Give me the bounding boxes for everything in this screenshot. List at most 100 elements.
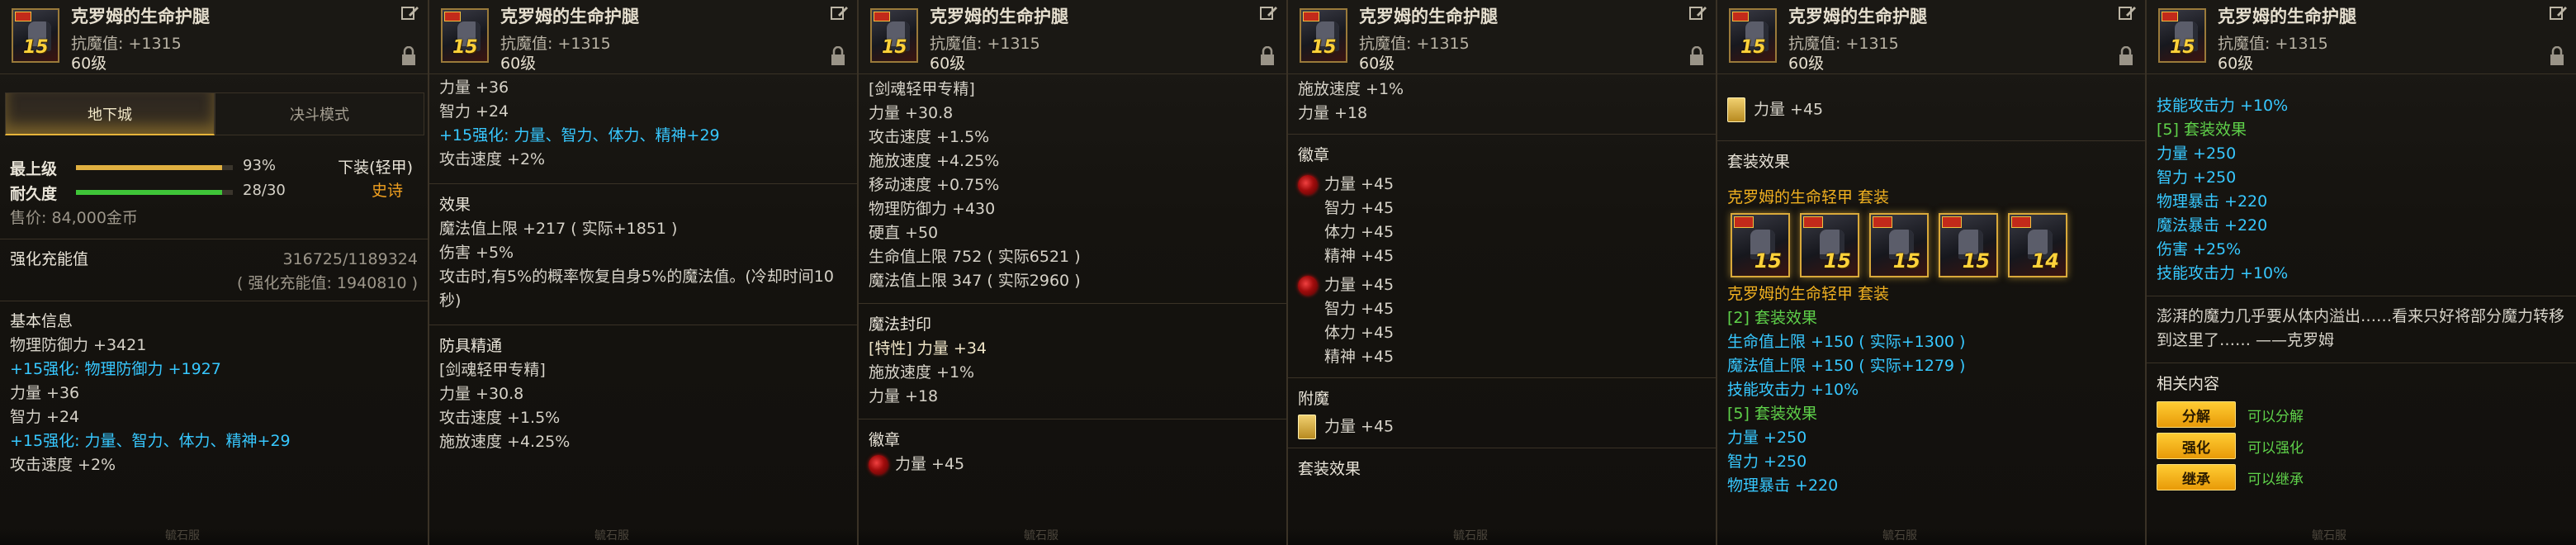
mastery-title: 防具精通 <box>439 337 503 355</box>
item-header: 15 克罗姆的生命护腿 抗魔值: +1315 60级 <box>2147 0 2576 74</box>
lock-icon[interactable] <box>2119 46 2133 66</box>
item-anti-magic: 抗魔值: +1315 <box>71 35 182 53</box>
emblem-line: 智力 +45 <box>1298 197 1706 220</box>
lock-icon[interactable] <box>1689 46 1704 66</box>
item-name: 克罗姆的生命护腿 <box>2218 7 2356 26</box>
related-enhance-button[interactable]: 强化 <box>2157 433 2236 459</box>
emblem-line: 力量 +45 <box>1298 273 1706 297</box>
watermark-stamp: 毓石服 <box>594 529 629 543</box>
stat-line: +15强化: 力量、智力、体力、精神+29 <box>10 432 291 450</box>
emblem-line: 精神 +45 <box>1298 244 1706 268</box>
emblem-group: 力量 +45 智力 +45 体力 +45 精神 +45 <box>1298 173 1706 268</box>
set-piece-icon[interactable]: 14 <box>2008 213 2067 277</box>
set-bonus-line: [5] 套装效果 <box>2157 121 2247 139</box>
set-bonus-line: 技能攻击力 +10% <box>2157 264 2289 282</box>
item-anti-magic: 抗魔值: +1315 <box>1788 35 1899 53</box>
related-status: 可以分解 <box>2247 408 2304 425</box>
tooltip-strip: 15 克罗姆的生命护腿 抗魔值: +1315 60级 地下城 决斗模式 最上级 … <box>0 0 2576 545</box>
set-piece-level: 15 <box>1892 249 1920 272</box>
item-name: 克罗姆的生命护腿 <box>1359 7 1498 26</box>
edit-icon[interactable] <box>2550 5 2568 21</box>
emblem-line: 体力 +45 <box>1298 220 1706 244</box>
tab-duel-mode[interactable]: 决斗模式 <box>215 92 424 135</box>
stat-line: 攻击速度 +2% <box>439 150 546 168</box>
durability-bar: 耐久度 28/30 <box>10 182 286 203</box>
item-icon: 15 <box>870 8 918 63</box>
set-piece-icon[interactable]: 15 <box>1939 213 1998 277</box>
stat-line: 智力 +24 <box>439 102 509 121</box>
set-bonus-line: 生命值上限 +150 ( 实际+1300 ) <box>1727 333 1966 351</box>
emblem-group: 力量 +45 智力 +45 体力 +45 精神 +45 <box>1298 273 1706 369</box>
set-bonus-line: 物理暴击 +220 <box>1727 476 1839 495</box>
related-status: 可以继承 <box>2247 471 2304 488</box>
edit-icon[interactable] <box>1260 5 1278 21</box>
lock-icon[interactable] <box>401 46 416 66</box>
set-bonus-line: 伤害 +25% <box>2157 240 2242 258</box>
watermark-stamp: 毓石服 <box>2312 529 2346 543</box>
set-bonus-line: 智力 +250 <box>1727 453 1807 471</box>
stat-line: 施放速度 +1% <box>1298 80 1404 98</box>
set-piece-level: 15 <box>1754 249 1782 272</box>
related-inherit-button[interactable]: 继承 <box>2157 464 2236 490</box>
item-anti-magic: 抗魔值: +1315 <box>500 35 611 53</box>
red-emblem-icon <box>1298 174 1318 195</box>
item-tooltip-panel-1: 15 克罗姆的生命护腿 抗魔值: +1315 60级 地下城 决斗模式 最上级 … <box>0 0 429 545</box>
edit-icon[interactable] <box>831 5 849 21</box>
edit-icon[interactable] <box>1689 5 1707 21</box>
mastery-line: 力量 +30.8 <box>439 385 524 403</box>
mastery-line: [剑魂轻甲专精] <box>439 361 546 379</box>
set-bonus-line: 力量 +250 <box>1727 429 1807 447</box>
related-title: 相关内容 <box>2157 375 2220 393</box>
item-name: 克罗姆的生命护腿 <box>71 7 210 26</box>
set-piece-level: 15 <box>1962 249 1990 272</box>
emblem-line: 精神 +45 <box>1298 345 1706 369</box>
item-level: 60级 <box>71 54 107 73</box>
item-price: 售价: 84,000金币 <box>10 209 138 227</box>
set-name: 克罗姆的生命轻甲 套装 <box>1727 188 1890 206</box>
mastery-line: 魔法值上限 347 ( 实际2960 ) <box>869 272 1081 290</box>
mastery-line: 移动速度 +0.75% <box>869 176 1000 194</box>
item-slot-type: 下装(轻甲) <box>338 159 413 177</box>
emblem-stat: 智力 +45 <box>1324 300 1395 318</box>
emblem-stat: 精神 +45 <box>1324 348 1395 366</box>
stat-line: 智力 +24 <box>10 408 80 426</box>
set-piece-icon[interactable]: 15 <box>1731 213 1790 277</box>
set-effect-title: 套装效果 <box>1727 153 1791 171</box>
watermark-stamp: 毓石服 <box>1024 529 1058 543</box>
mastery-line: 物理防御力 +430 <box>869 200 996 218</box>
set-piece-icon[interactable]: 15 <box>1869 213 1929 277</box>
stat-line: +15强化: 物理防御力 +1927 <box>10 360 221 378</box>
stat-line: 力量 +18 <box>1298 104 1368 122</box>
set-piece-icon[interactable]: 15 <box>1800 213 1859 277</box>
item-tooltip-panel-6: 15 克罗姆的生命护腿 抗魔值: +1315 60级 技能攻击力 +10% [5]… <box>2147 0 2576 545</box>
seal-line: [特性] 力量 +34 <box>869 339 987 358</box>
set-bonus-line: 技能攻击力 +10% <box>2157 97 2289 115</box>
lock-icon[interactable] <box>1260 46 1275 66</box>
emblem-title: 徽章 <box>1298 146 1330 164</box>
item-anti-magic: 抗魔值: +1315 <box>930 35 1040 53</box>
mastery-line: 力量 +30.8 <box>869 104 954 122</box>
stat-line: 攻击速度 +2% <box>10 456 116 474</box>
stat-line: +15强化: 力量、智力、体力、精神+29 <box>439 126 720 145</box>
edit-icon[interactable] <box>401 5 419 21</box>
tab-dungeon[interactable]: 地下城 <box>5 92 215 135</box>
item-icon: 15 <box>2158 8 2206 63</box>
item-level: 60级 <box>2218 54 2254 73</box>
lock-icon[interactable] <box>2550 46 2564 66</box>
emblem-stat: 体力 +45 <box>1324 223 1395 241</box>
related-row: 继承 可以继承 <box>2157 464 2566 490</box>
related-row: 分解 可以分解 <box>2157 401 2566 428</box>
lock-icon[interactable] <box>831 46 845 66</box>
mastery-line: 攻击速度 +1.5% <box>869 128 990 146</box>
item-header: 15 克罗姆的生命护腿 抗魔值: +1315 60级 <box>1288 0 1716 74</box>
red-emblem-icon <box>1298 275 1318 296</box>
seal-line: 施放速度 +1% <box>869 363 975 382</box>
edit-icon[interactable] <box>2119 5 2137 21</box>
related-disassemble-button[interactable]: 分解 <box>2157 401 2236 428</box>
emblem-stat: 体力 +45 <box>1324 324 1395 342</box>
emblem-stat: 精神 +45 <box>1324 247 1395 265</box>
item-icon: 15 <box>12 8 59 63</box>
stat-line: 力量 +36 <box>439 78 509 97</box>
enchant-card-icon <box>1727 97 1745 122</box>
item-rarity: 史诗 <box>371 182 403 200</box>
